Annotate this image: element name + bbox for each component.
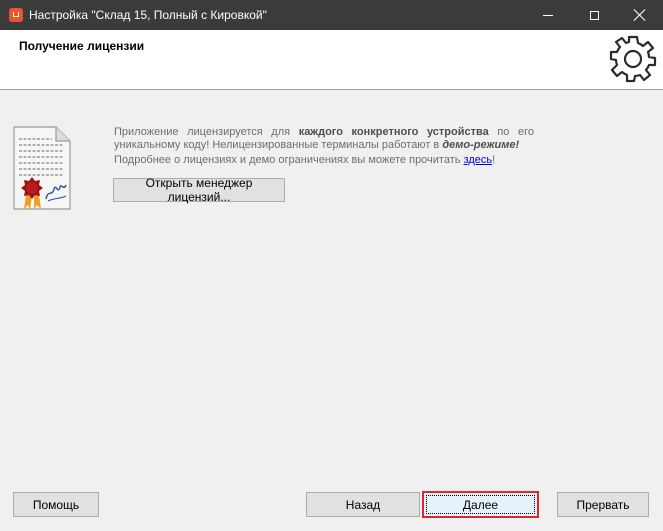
maximize-button[interactable]	[571, 0, 617, 30]
maximize-icon	[589, 10, 599, 20]
license-info-paragraph: Приложение лицензируется для каждого кон…	[114, 126, 534, 152]
page-title: Получение лицензии	[19, 39, 145, 53]
license-details-link[interactable]: здесь	[464, 154, 493, 166]
open-license-manager-button[interactable]: Открыть менеджер лицензий...	[113, 176, 285, 204]
back-button[interactable]: Назад	[306, 492, 420, 517]
minimize-icon	[543, 14, 553, 16]
certificate-document-icon	[13, 126, 71, 210]
close-icon	[634, 9, 646, 21]
window-title: Настройка "Склад 15, Полный с Кировкой"	[29, 8, 267, 22]
info-text-bold: каждого конкретного устройства	[298, 126, 489, 138]
info-text-part: Подробнее о лицензиях и демо ограничения…	[114, 154, 464, 166]
gear-icon	[609, 35, 657, 83]
cancel-button[interactable]: Прервать	[557, 492, 649, 517]
help-button[interactable]: Помощь	[13, 492, 99, 517]
focus-outline	[426, 495, 535, 514]
license-info-text: Приложение лицензируется для каждого кон…	[114, 126, 534, 167]
wizard-header: Получение лицензии	[0, 30, 663, 90]
close-button[interactable]	[617, 0, 663, 30]
demo-mode-text: демо-режиме!	[442, 139, 520, 151]
info-text-part: Приложение лицензируется для	[114, 126, 299, 138]
title-bar: Настройка "Склад 15, Полный с Кировкой"	[0, 0, 663, 30]
minimize-button[interactable]	[525, 0, 571, 30]
info-text-part: !	[492, 154, 496, 166]
license-more-info-paragraph: Подробнее о лицензиях и демо ограничения…	[114, 154, 534, 167]
next-button[interactable]: Далее	[422, 491, 539, 518]
app-icon	[9, 8, 23, 22]
